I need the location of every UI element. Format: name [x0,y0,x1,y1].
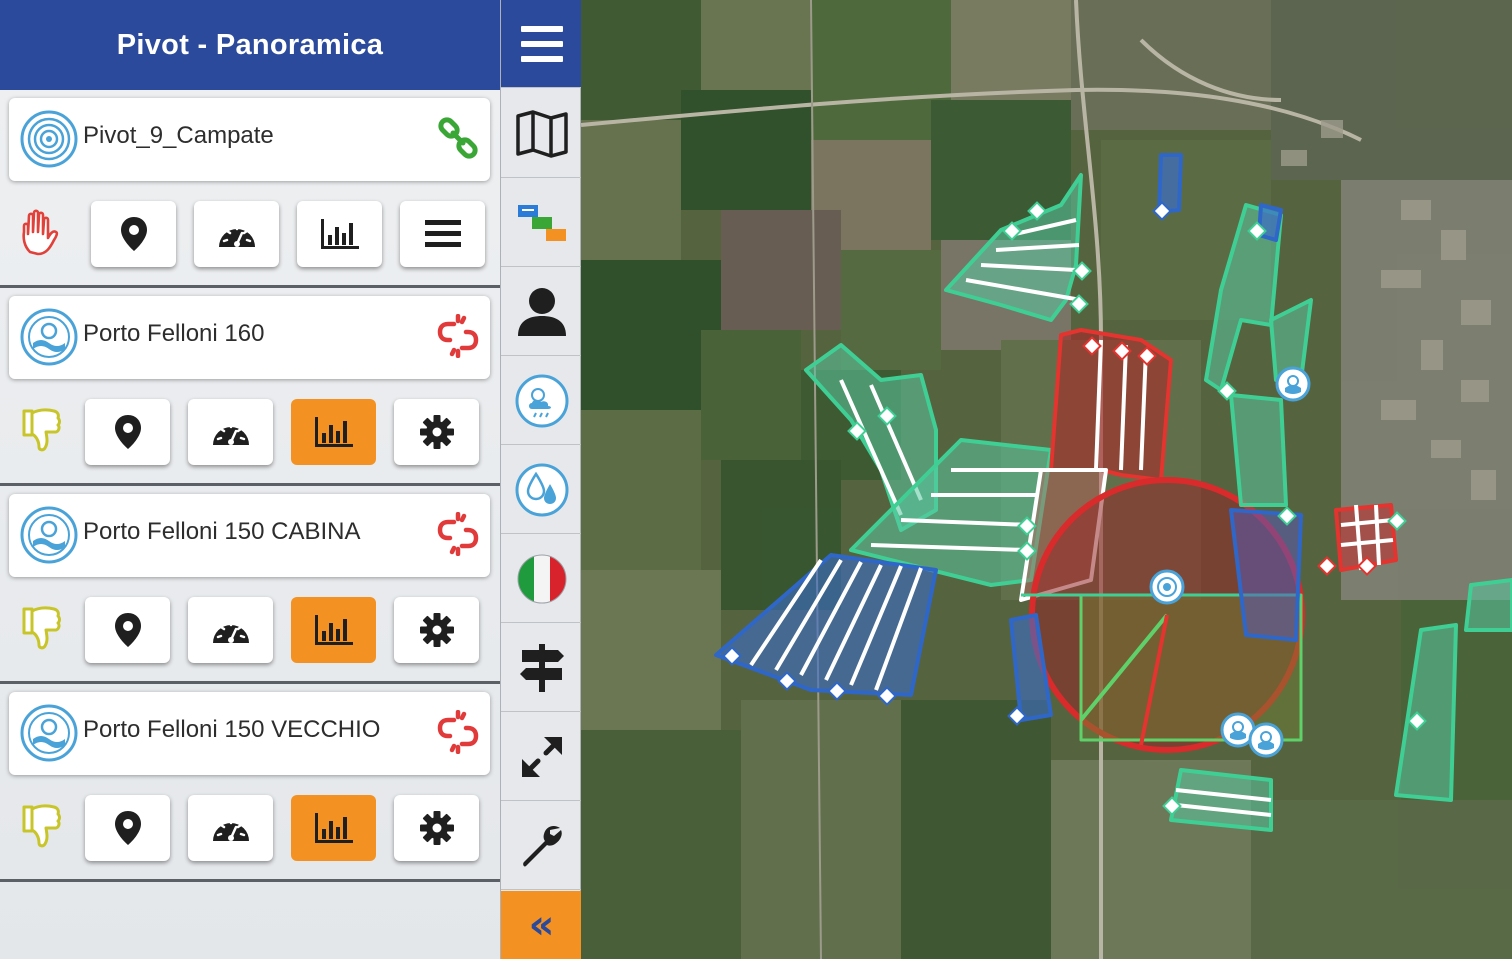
water-drops-icon [515,463,568,516]
language-button[interactable] [501,535,582,623]
collapse-panel-button[interactable]: « [501,891,582,959]
speedometer-icon [212,818,249,841]
gear-icon [419,415,454,449]
pivot-name: Porto Felloni 150 CABINA [83,518,361,545]
map-canvas [581,0,1512,959]
pivot-marker-icon[interactable] [1275,366,1311,402]
bar-chart-icon [314,417,353,447]
pivot-water-logo-icon [20,506,78,564]
link-broken-icon [437,710,479,754]
location-button[interactable] [85,597,170,663]
speedometer-icon [212,422,249,445]
location-pin-icon [114,811,141,845]
panel-header: Pivot - Panoramica [0,0,500,90]
pivot-spiral-logo-icon [20,110,78,168]
settings-tool-button[interactable] [501,802,582,890]
signpost-icon [519,643,564,692]
chart-button[interactable] [297,201,382,267]
thumbs-down-icon [22,606,61,650]
chart-button-active[interactable] [291,597,376,663]
pivot-water-logo-icon [20,308,78,366]
location-pin-icon [114,415,141,449]
fullscreen-button[interactable] [501,713,582,801]
thumbs-down-icon [22,804,61,848]
pivot-title-box[interactable]: Porto Felloni 150 VECCHIO [9,692,490,775]
weather-button[interactable] [501,357,582,445]
legend-icon [517,204,566,241]
stop-hand-icon [22,209,59,256]
menu-button[interactable] [400,201,485,267]
chart-button-active[interactable] [291,399,376,465]
location-button[interactable] [91,201,176,267]
pivot-card: Pivot_9_Campate [0,90,500,288]
link-broken-icon [437,314,479,358]
side-toolbar: « [500,0,582,959]
link-broken-icon [437,512,479,556]
location-pin-icon [114,613,141,647]
water-button[interactable] [501,446,582,534]
pivot-name: Porto Felloni 160 [83,320,265,347]
collapse-chevron-icon: « [528,902,555,948]
gear-icon [419,613,454,647]
list-menu-icon [424,220,461,247]
directions-button[interactable] [501,624,582,712]
satellite-map[interactable] [581,0,1512,959]
location-button[interactable] [85,399,170,465]
legend-button[interactable] [501,179,582,267]
speedometer-icon [212,620,249,643]
map-view-button[interactable] [501,90,582,178]
link-connected-icon [438,117,478,159]
pivot-name: Porto Felloni 150 VECCHIO [83,716,381,743]
expand-icon [521,736,562,777]
pivot-center-marker-icon[interactable] [1149,569,1185,605]
pivot-title-box[interactable]: Porto Felloni 150 CABINA [9,494,490,577]
gauge-button[interactable] [188,795,273,861]
chart-button-active[interactable] [291,795,376,861]
page-title: Pivot - Panoramica [116,28,384,61]
pivot-card: Porto Felloni 150 CABINA [0,486,500,684]
pivot-title-box[interactable]: Porto Felloni 160 [9,296,490,379]
location-button[interactable] [85,795,170,861]
settings-button[interactable] [394,399,479,465]
user-icon [517,287,566,336]
pivot-card: Porto Felloni 160 [0,288,500,486]
settings-button[interactable] [394,597,479,663]
menu-icon [520,25,563,62]
pivot-card: Porto Felloni 150 VECCHIO [0,684,500,882]
map-icon [515,109,568,158]
gauge-button[interactable] [188,399,273,465]
bar-chart-icon [320,219,359,249]
weather-icon [515,374,568,427]
settings-button[interactable] [394,795,479,861]
pivot-title-box[interactable]: Pivot_9_Campate [9,98,490,181]
italy-flag-icon [517,554,566,603]
gauge-button[interactable] [194,201,279,267]
bar-chart-icon [314,813,353,843]
pivot-water-logo-icon [20,704,78,762]
wrench-icon [522,825,562,867]
main-menu-button[interactable] [501,0,582,88]
gauge-button[interactable] [188,597,273,663]
pivot-overview-panel: Pivot - Panoramica Pivot_9_Campate Porto… [0,0,500,959]
pivot-marker-icon[interactable] [1248,722,1284,758]
gear-icon [419,811,454,845]
speedometer-icon [218,224,255,247]
bar-chart-icon [314,615,353,645]
location-pin-icon [120,217,147,251]
thumbs-down-icon [22,408,61,452]
pivot-name: Pivot_9_Campate [83,122,274,149]
user-button[interactable] [501,268,582,356]
